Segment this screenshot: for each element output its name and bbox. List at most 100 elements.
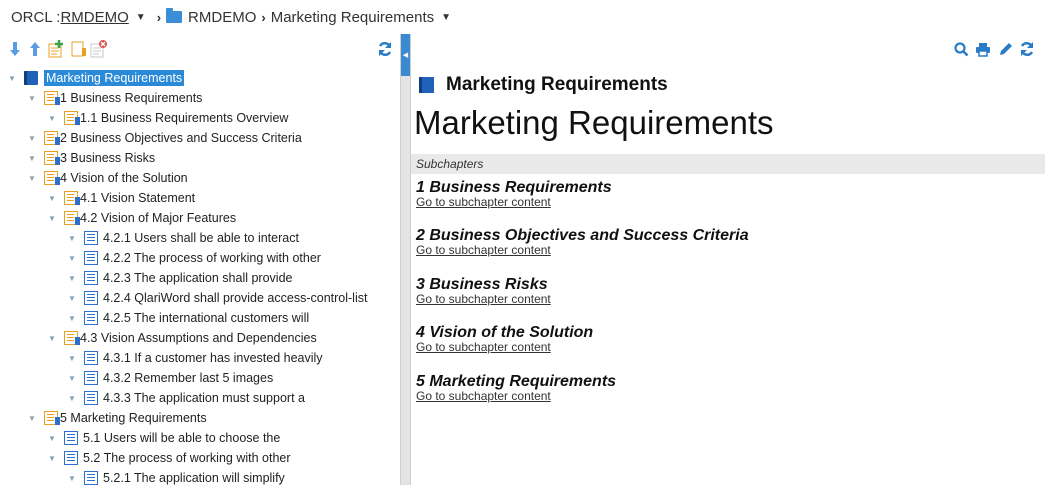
collapse-toggle-icon[interactable]: ▼	[46, 334, 58, 343]
collapse-toggle-icon[interactable]: ▼	[26, 174, 38, 183]
requirement-icon	[84, 471, 98, 485]
tree-item[interactable]: ▼ 4.3.3 The application must support a	[66, 388, 305, 408]
tree-item-label: 5 Marketing Requirements	[60, 411, 207, 425]
delete-chapter-icon[interactable]	[90, 40, 108, 58]
tree-item-label: 1 Business Requirements	[60, 91, 203, 105]
tree-item[interactable]: ▼ 4.3.1 If a customer has invested heavi…	[66, 348, 323, 368]
add-chapter-icon[interactable]	[47, 40, 65, 58]
breadcrumb-document[interactable]: Marketing Requirements	[271, 9, 434, 26]
tree-item[interactable]: ▼ 4 Vision of the Solution	[26, 168, 188, 188]
subchapter-entry: 2 Business Objectives and Success Criter…	[416, 227, 749, 256]
tree-item-label: 4.3.1 If a customer has invested heavily	[103, 351, 323, 365]
chapter-icon	[44, 171, 60, 185]
collapse-toggle-icon[interactable]: ▼	[26, 414, 38, 423]
collapse-toggle-icon[interactable]: ▼	[46, 114, 58, 123]
collapse-toggle-icon[interactable]: ▼	[26, 134, 38, 143]
collapse-toggle-icon[interactable]: ▼	[26, 154, 38, 163]
tree-item-label: 5.2.1 The application will simplify	[103, 471, 285, 485]
move-down-icon[interactable]	[6, 40, 24, 58]
document-header: Marketing Requirements	[419, 74, 668, 96]
tree-item[interactable]: ▼ 4.3.2 Remember last 5 images	[66, 368, 273, 388]
subchapter-entry: 4 Vision of the Solution Go to subchapte…	[416, 324, 593, 353]
collapse-toggle-icon[interactable]: ▼	[66, 294, 78, 303]
refresh-icon[interactable]	[1019, 40, 1035, 58]
collapse-toggle-icon[interactable]: ▼	[26, 94, 38, 103]
tree-item[interactable]: ▼ 3 Business Risks	[26, 148, 155, 168]
tree-item-root[interactable]: ▼ Marketing Requirements	[6, 68, 185, 88]
collapse-toggle-icon[interactable]: ▼	[66, 254, 78, 263]
tree-item[interactable]: ▼ 5.1 Users will be able to choose the	[46, 428, 280, 448]
collapse-toggle-icon[interactable]: ▼	[66, 374, 78, 383]
collapse-toggle-icon[interactable]: ▼	[46, 434, 58, 443]
requirement-icon	[84, 371, 98, 385]
requirement-icon	[84, 351, 98, 365]
chapter-icon	[64, 211, 80, 225]
search-icon[interactable]	[953, 40, 969, 58]
document-dropdown-icon[interactable]: ▼	[441, 12, 451, 23]
tree-item[interactable]: ▼ 2 Business Objectives and Success Crit…	[26, 128, 302, 148]
tree-item[interactable]: ▼ 4.2.3 The application shall provide	[66, 268, 292, 288]
tree-toolbar	[0, 34, 400, 64]
print-icon[interactable]	[975, 40, 991, 58]
tree-item-label: 4.2.1 Users shall be able to interact	[103, 231, 299, 245]
tree-item[interactable]: ▼ 4.2.4 QlariWord shall provide access-c…	[66, 288, 367, 308]
requirement-icon	[84, 391, 98, 405]
tree-item[interactable]: ▼ 4.2 Vision of Major Features	[46, 208, 236, 228]
tree-item-label: 4.3.3 The application must support a	[103, 391, 305, 405]
subchapter-link[interactable]: Go to subchapter content	[416, 341, 593, 353]
collapse-toggle-icon[interactable]: ▼	[66, 274, 78, 283]
subchapter-title: 3 Business Risks	[416, 276, 548, 293]
collapse-toggle-icon[interactable]: ▼	[66, 474, 78, 483]
subchapter-link[interactable]: Go to subchapter content	[416, 196, 612, 208]
collapse-toggle-icon[interactable]: ▼	[66, 394, 78, 403]
tree-item-label: 4.2.5 The international customers will	[103, 311, 310, 325]
new-document-icon[interactable]	[70, 40, 88, 58]
collapse-toggle-icon[interactable]: ▼	[6, 74, 18, 83]
breadcrumb-separator-icon: ›	[156, 9, 162, 25]
collapse-toggle-icon[interactable]: ▼	[66, 354, 78, 363]
tree-item-label: 5.2 The process of working with other	[83, 451, 291, 465]
breadcrumb-folder-link[interactable]: RMDEMO	[188, 9, 256, 26]
breadcrumb-repo-link[interactable]: RMDEMO	[60, 9, 128, 26]
book-icon	[24, 71, 38, 85]
tree-item-label: 4.2 Vision of Major Features	[80, 211, 237, 225]
collapse-toggle-icon[interactable]: ▼	[66, 234, 78, 243]
edit-pencil-icon[interactable]	[997, 40, 1013, 58]
collapse-toggle-icon[interactable]: ▼	[46, 214, 58, 223]
chapter-icon	[44, 131, 60, 145]
chapter-icon	[44, 151, 60, 165]
tree-item[interactable]: ▼ 1 Business Requirements	[26, 88, 202, 108]
subchapter-title: 5 Marketing Requirements	[416, 373, 617, 390]
refresh-icon[interactable]	[376, 40, 394, 58]
subchapter-title: 2 Business Objectives and Success Criter…	[416, 227, 749, 244]
tree-item-label: 3 Business Risks	[60, 151, 156, 165]
chapter-icon	[44, 411, 60, 425]
tree-item[interactable]: ▼ 4.1 Vision Statement	[46, 188, 195, 208]
collapse-toggle-icon[interactable]: ▼	[46, 454, 58, 463]
tree-item[interactable]: ▼ 5.2.1 The application will simplify	[66, 468, 285, 485]
tree-item[interactable]: ▼ 5.2 The process of working with other	[46, 448, 291, 468]
subchapters-bar: Subchapters	[411, 154, 1045, 174]
tree-item-label: 1.1 Business Requirements Overview	[80, 111, 289, 125]
chapter-icon	[64, 331, 80, 345]
breadcrumb: ORCL : RMDEMO ▼ › RMDEMO › Marketing Req…	[0, 0, 1045, 34]
collapse-toggle-icon[interactable]: ▼	[46, 194, 58, 203]
tree-item[interactable]: ▼ 5 Marketing Requirements	[26, 408, 207, 428]
panel-splitter[interactable]: ◀	[400, 34, 411, 485]
document-view: Marketing Requirements Marketing Require…	[411, 34, 1045, 485]
collapse-toggle-icon[interactable]: ▼	[66, 314, 78, 323]
repo-dropdown-icon[interactable]: ▼	[136, 12, 146, 23]
tree-item-label: 5.1 Users will be able to choose the	[83, 431, 281, 445]
tree-item[interactable]: ▼ 4.2.5 The international customers will	[66, 308, 309, 328]
subchapter-link[interactable]: Go to subchapter content	[416, 244, 749, 256]
collapse-panel-icon[interactable]: ◀	[401, 34, 410, 76]
tree-item[interactable]: ▼ 4.3 Vision Assumptions and Dependencie…	[46, 328, 317, 348]
tree-panel: ▼ Marketing Requirements ▼ 1 Business Re…	[0, 34, 400, 485]
tree-item[interactable]: ▼ 4.2.1 Users shall be able to interact	[66, 228, 299, 248]
tree-item[interactable]: ▼ 4.2.2 The process of working with othe…	[66, 248, 321, 268]
tree-item[interactable]: ▼ 1.1 Business Requirements Overview	[46, 108, 288, 128]
document-toolbar	[953, 40, 1035, 58]
subchapter-link[interactable]: Go to subchapter content	[416, 293, 551, 305]
subchapter-link[interactable]: Go to subchapter content	[416, 390, 616, 402]
move-up-icon[interactable]	[26, 40, 44, 58]
